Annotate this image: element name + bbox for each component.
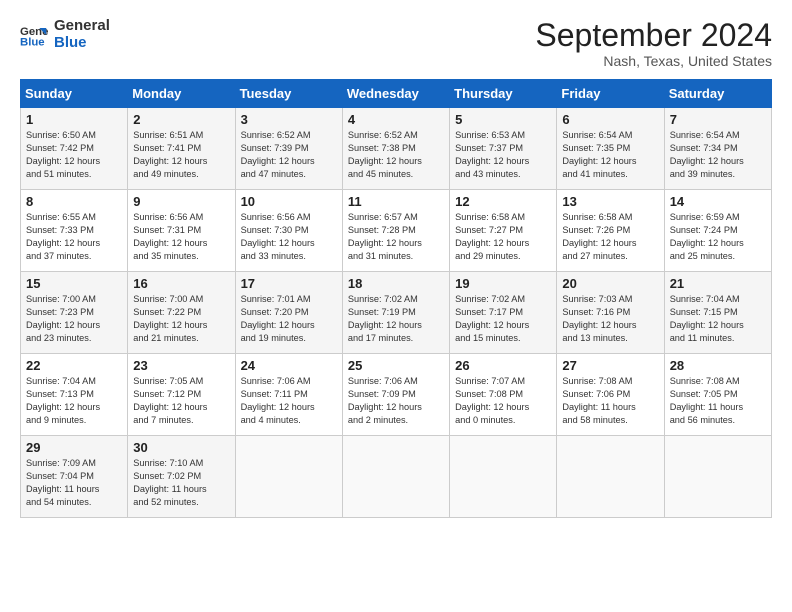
table-row	[342, 436, 449, 518]
table-row: 14Sunrise: 6:59 AMSunset: 7:24 PMDayligh…	[664, 190, 771, 272]
table-row: 7Sunrise: 6:54 AMSunset: 7:34 PMDaylight…	[664, 108, 771, 190]
logo: General Blue General Blue	[20, 18, 110, 51]
table-row: 3Sunrise: 6:52 AMSunset: 7:39 PMDaylight…	[235, 108, 342, 190]
table-row: 30Sunrise: 7:10 AMSunset: 7:02 PMDayligh…	[128, 436, 235, 518]
table-row: 18Sunrise: 7:02 AMSunset: 7:19 PMDayligh…	[342, 272, 449, 354]
col-sunday: Sunday	[21, 80, 128, 108]
location: Nash, Texas, United States	[535, 53, 772, 69]
table-row: 27Sunrise: 7:08 AMSunset: 7:06 PMDayligh…	[557, 354, 664, 436]
col-saturday: Saturday	[664, 80, 771, 108]
table-row: 19Sunrise: 7:02 AMSunset: 7:17 PMDayligh…	[450, 272, 557, 354]
table-row: 20Sunrise: 7:03 AMSunset: 7:16 PMDayligh…	[557, 272, 664, 354]
svg-text:Blue: Blue	[20, 36, 45, 48]
table-row: 10Sunrise: 6:56 AMSunset: 7:30 PMDayligh…	[235, 190, 342, 272]
table-row: 12Sunrise: 6:58 AMSunset: 7:27 PMDayligh…	[450, 190, 557, 272]
table-row: 13Sunrise: 6:58 AMSunset: 7:26 PMDayligh…	[557, 190, 664, 272]
logo-text-blue: Blue	[54, 35, 110, 52]
col-wednesday: Wednesday	[342, 80, 449, 108]
table-row: 16Sunrise: 7:00 AMSunset: 7:22 PMDayligh…	[128, 272, 235, 354]
table-row	[557, 436, 664, 518]
table-row: 11Sunrise: 6:57 AMSunset: 7:28 PMDayligh…	[342, 190, 449, 272]
table-row: 9Sunrise: 6:56 AMSunset: 7:31 PMDaylight…	[128, 190, 235, 272]
header-row: Sunday Monday Tuesday Wednesday Thursday…	[21, 80, 772, 108]
table-row	[450, 436, 557, 518]
table-row: 17Sunrise: 7:01 AMSunset: 7:20 PMDayligh…	[235, 272, 342, 354]
col-monday: Monday	[128, 80, 235, 108]
table-row	[235, 436, 342, 518]
logo-icon: General Blue	[20, 21, 48, 49]
header: General Blue General Blue September 2024…	[20, 18, 772, 69]
table-row: 6Sunrise: 6:54 AMSunset: 7:35 PMDaylight…	[557, 108, 664, 190]
calendar-container: General Blue General Blue September 2024…	[0, 0, 792, 528]
week-row-1: 1Sunrise: 6:50 AMSunset: 7:42 PMDaylight…	[21, 108, 772, 190]
table-row: 8Sunrise: 6:55 AMSunset: 7:33 PMDaylight…	[21, 190, 128, 272]
week-row-3: 15Sunrise: 7:00 AMSunset: 7:23 PMDayligh…	[21, 272, 772, 354]
week-row-5: 29Sunrise: 7:09 AMSunset: 7:04 PMDayligh…	[21, 436, 772, 518]
table-row: 23Sunrise: 7:05 AMSunset: 7:12 PMDayligh…	[128, 354, 235, 436]
table-row	[664, 436, 771, 518]
month-title: September 2024	[535, 18, 772, 53]
week-row-2: 8Sunrise: 6:55 AMSunset: 7:33 PMDaylight…	[21, 190, 772, 272]
week-row-4: 22Sunrise: 7:04 AMSunset: 7:13 PMDayligh…	[21, 354, 772, 436]
table-row: 21Sunrise: 7:04 AMSunset: 7:15 PMDayligh…	[664, 272, 771, 354]
table-row: 4Sunrise: 6:52 AMSunset: 7:38 PMDaylight…	[342, 108, 449, 190]
table-row: 26Sunrise: 7:07 AMSunset: 7:08 PMDayligh…	[450, 354, 557, 436]
table-row: 24Sunrise: 7:06 AMSunset: 7:11 PMDayligh…	[235, 354, 342, 436]
table-row: 25Sunrise: 7:06 AMSunset: 7:09 PMDayligh…	[342, 354, 449, 436]
col-thursday: Thursday	[450, 80, 557, 108]
table-row: 15Sunrise: 7:00 AMSunset: 7:23 PMDayligh…	[21, 272, 128, 354]
col-tuesday: Tuesday	[235, 80, 342, 108]
table-row: 2Sunrise: 6:51 AMSunset: 7:41 PMDaylight…	[128, 108, 235, 190]
table-row: 22Sunrise: 7:04 AMSunset: 7:13 PMDayligh…	[21, 354, 128, 436]
table-row: 1Sunrise: 6:50 AMSunset: 7:42 PMDaylight…	[21, 108, 128, 190]
title-block: September 2024 Nash, Texas, United State…	[535, 18, 772, 69]
calendar-table: Sunday Monday Tuesday Wednesday Thursday…	[20, 79, 772, 518]
table-row: 29Sunrise: 7:09 AMSunset: 7:04 PMDayligh…	[21, 436, 128, 518]
logo-text-general: General	[54, 18, 110, 35]
table-row: 5Sunrise: 6:53 AMSunset: 7:37 PMDaylight…	[450, 108, 557, 190]
table-row: 28Sunrise: 7:08 AMSunset: 7:05 PMDayligh…	[664, 354, 771, 436]
col-friday: Friday	[557, 80, 664, 108]
